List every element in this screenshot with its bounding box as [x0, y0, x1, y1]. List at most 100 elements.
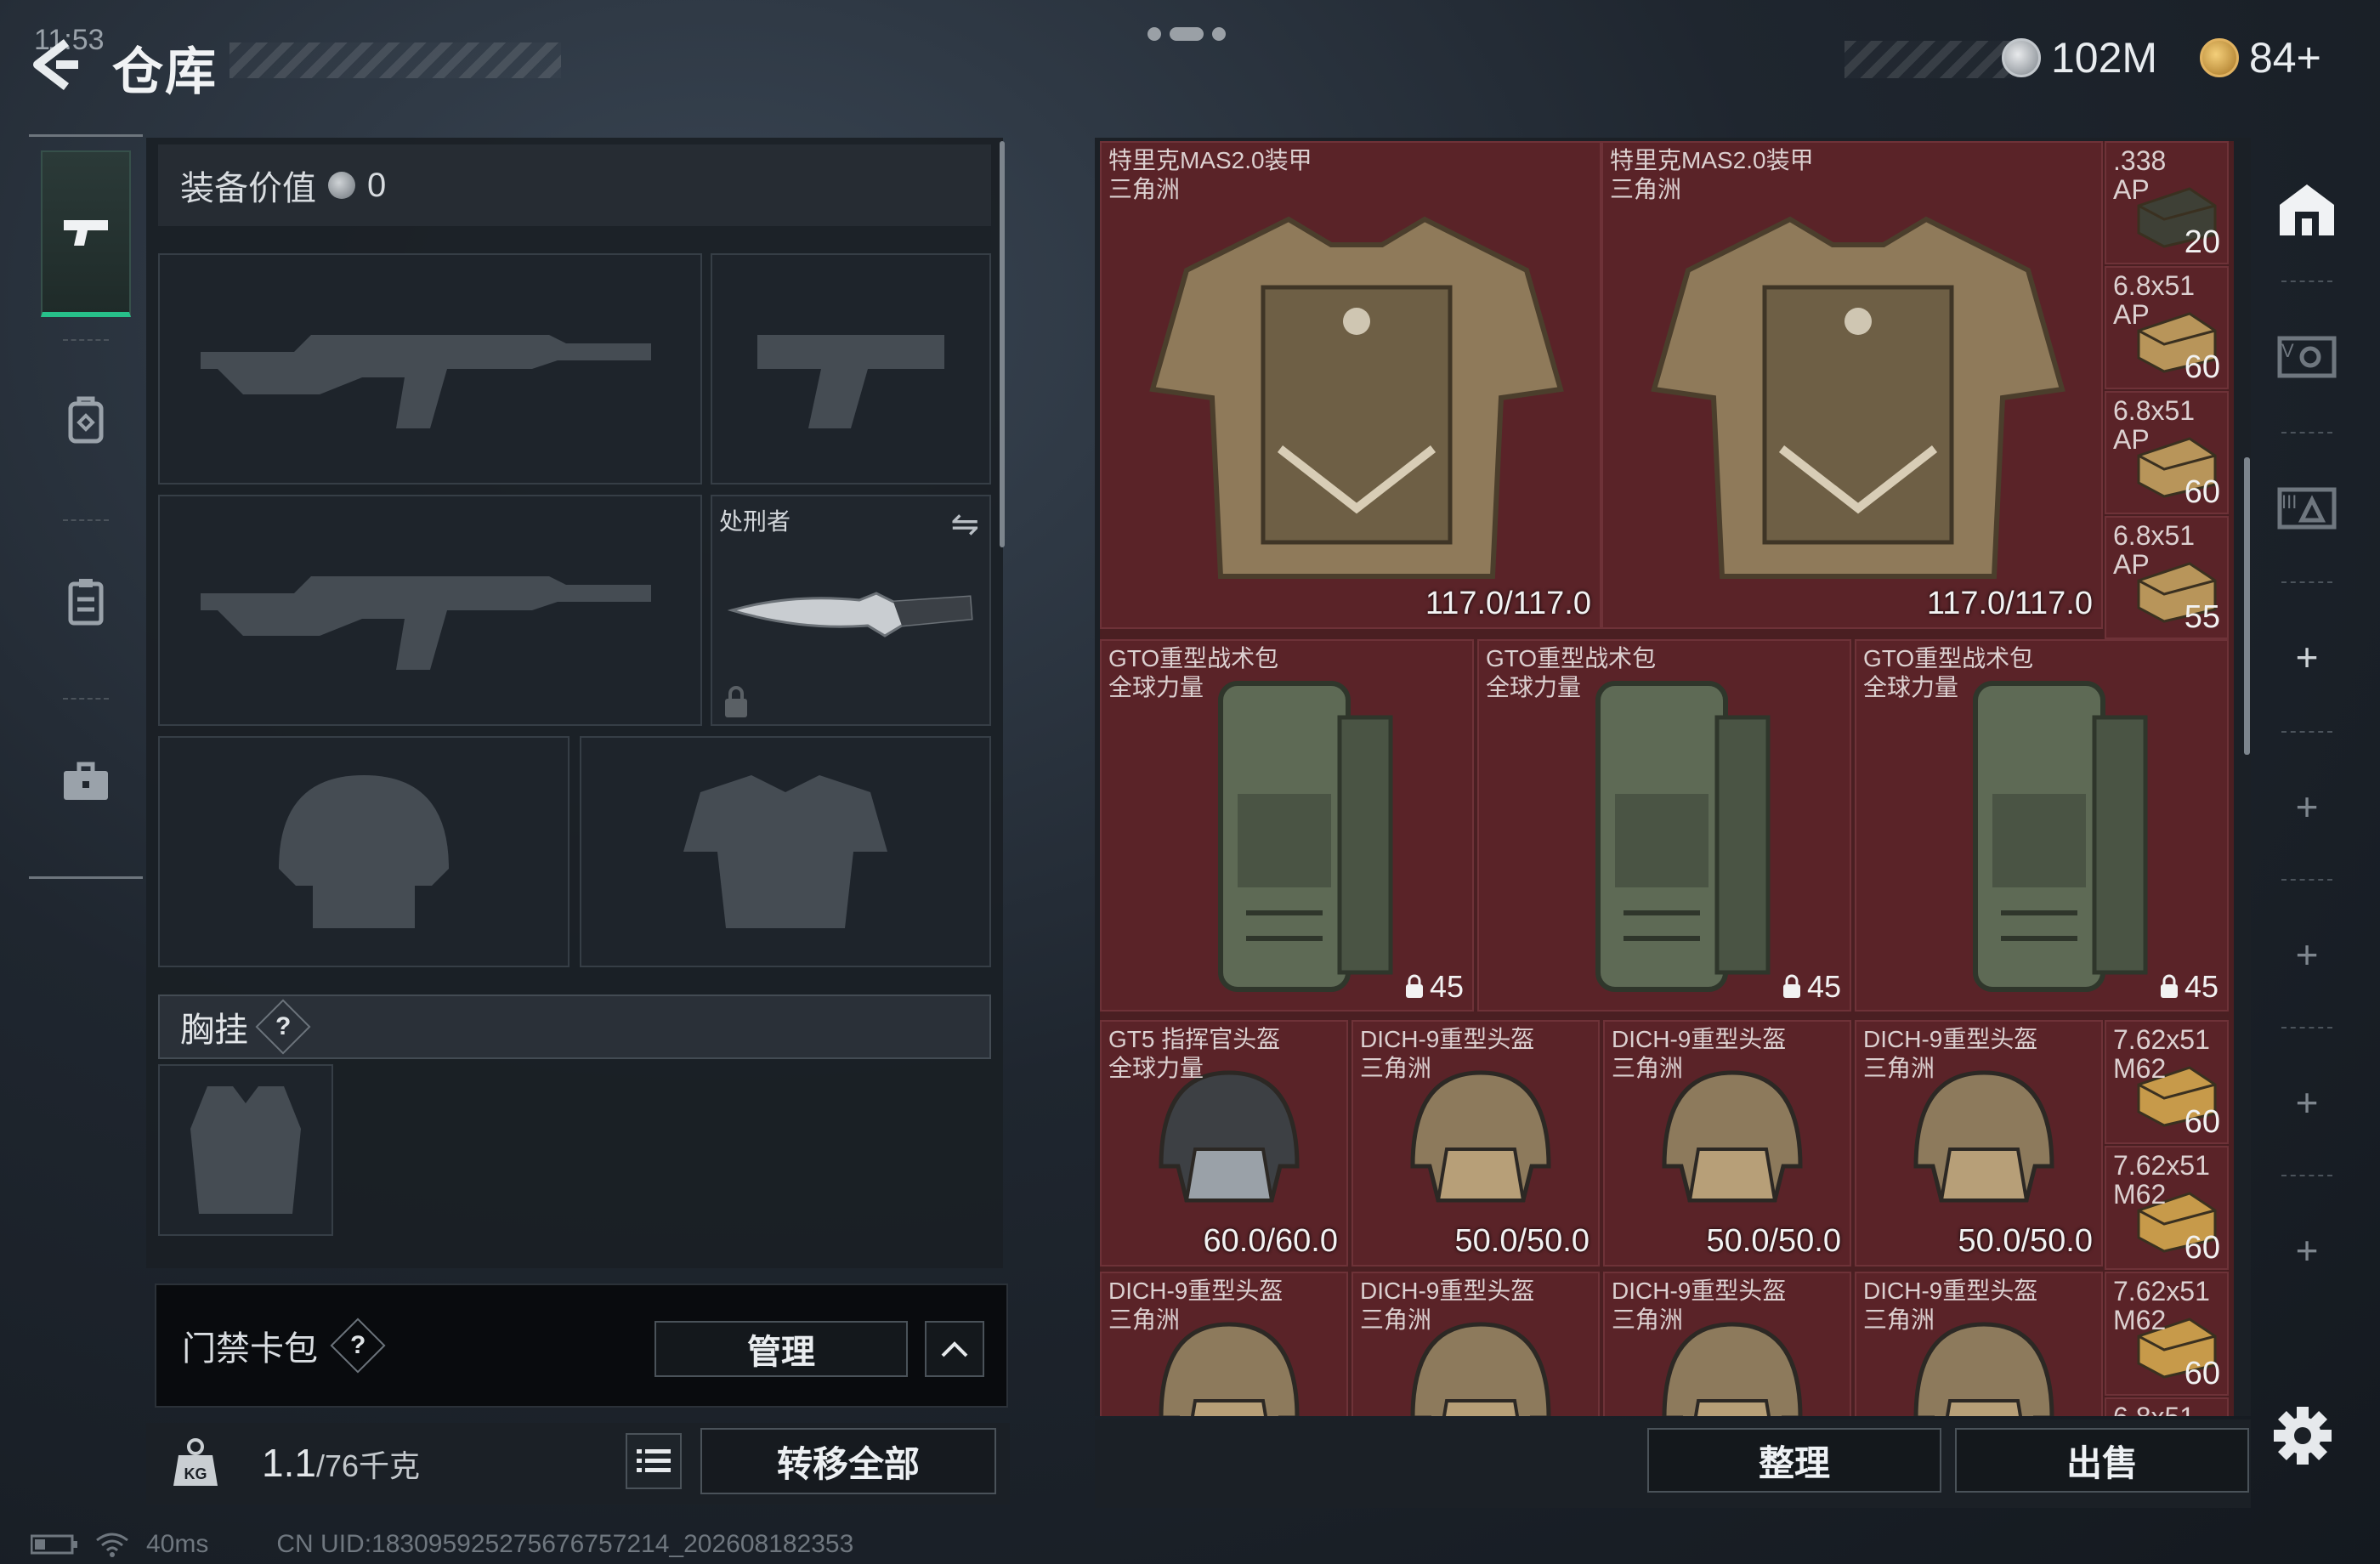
- helmet-slot[interactable]: [158, 736, 570, 967]
- stash-item-helmet[interactable]: DICH-9重型头盔 三角洲: [1100, 1272, 1348, 1416]
- collapse-button[interactable]: [925, 1321, 984, 1377]
- stash-item-helmet[interactable]: DICH-9重型头盔 三角洲: [1855, 1272, 2103, 1416]
- weight-readout: 1.1/76千克: [262, 1440, 420, 1486]
- item-name: 特里克MAS2.0装甲 三角洲: [1108, 147, 1312, 202]
- stash-item-helmet[interactable]: DICH-9重型头盔 三角洲 50.0/50.0: [1603, 1020, 1851, 1266]
- rail-add-slot-3[interactable]: +: [2261, 882, 2353, 1027]
- equipment-value: 装备价值 0: [158, 144, 991, 226]
- silver-amount: 102M: [2051, 34, 2158, 82]
- silver-coin-icon: [328, 172, 355, 199]
- item-durability: 50.0/50.0: [1706, 1223, 1841, 1259]
- rail-stash-5[interactable]: V: [2261, 284, 2353, 428]
- rail-add-slot-2[interactable]: +: [2261, 734, 2353, 879]
- armor-silhouette-icon: [683, 775, 887, 928]
- capacity-lock-icon: [1405, 974, 1423, 998]
- ping-readout: 40ms: [146, 1530, 209, 1558]
- stash-item-armor[interactable]: 特里克MAS2.0装甲 三角洲 117.0/117.0: [1100, 141, 1601, 629]
- stash-item-helmet[interactable]: DICH-9重型头盔 三角洲 50.0/50.0: [1855, 1020, 2103, 1266]
- rifle-silhouette-icon: [201, 335, 651, 428]
- item-capacity: 45: [2159, 969, 2218, 1005]
- melee-name: 处刑者: [719, 508, 791, 535]
- stash-item-ammo[interactable]: 6.8x51: [2105, 1397, 2229, 1416]
- item-name: 6.8x51 AP: [2113, 520, 2196, 580]
- secondary-weapon-slot[interactable]: [158, 495, 702, 726]
- gold-amount: 84+: [2249, 34, 2321, 82]
- silver-currency[interactable]: 102M: [2002, 32, 2157, 83]
- plus-icon: +: [2295, 1080, 2319, 1125]
- stash-item-ammo[interactable]: 7.62x51 M62 60: [2105, 1146, 2229, 1270]
- sell-button[interactable]: 出售: [1955, 1428, 2249, 1493]
- nav-backpack[interactable]: [41, 337, 131, 504]
- stash-item-ammo[interactable]: .338 AP 20: [2105, 141, 2229, 264]
- nav-weapons[interactable]: [41, 150, 131, 317]
- item-name: DICH-9重型头盔 三角洲: [1612, 1278, 1787, 1333]
- rail-add-slot-5[interactable]: +: [2261, 1178, 2353, 1323]
- stash-item-helmet[interactable]: DICH-9重型头盔 三角洲 50.0/50.0: [1352, 1020, 1600, 1266]
- stash-item-helmet[interactable]: GT5 指挥官头盔 全球力量 60.0/60.0: [1100, 1020, 1348, 1266]
- backpack-icon: [68, 396, 104, 444]
- stash-item-armor[interactable]: 特里克MAS2.0装甲 三角洲 117.0/117.0: [1601, 141, 2103, 629]
- equipment-value-label: 装备价值: [180, 170, 316, 207]
- help-icon[interactable]: ?: [330, 1318, 386, 1374]
- chest-rig-slot[interactable]: [158, 1064, 333, 1236]
- window-handle-dots[interactable]: [1148, 26, 1232, 42]
- stash-item-ammo[interactable]: 6.8x51 AP 60: [2105, 391, 2229, 514]
- stash-scrollbar[interactable]: [2244, 457, 2250, 755]
- sort-button[interactable]: 整理: [1647, 1428, 1941, 1493]
- sidearm-slot[interactable]: [711, 253, 991, 484]
- stash-item-helmet[interactable]: DICH-9重型头盔 三角洲: [1603, 1272, 1851, 1416]
- list-view-button[interactable]: [626, 1433, 682, 1489]
- capacity-lock-icon: [2160, 974, 2178, 998]
- item-name: GT5 指挥官头盔 全球力量: [1108, 1026, 1281, 1081]
- item-count: 60: [2184, 1356, 2220, 1391]
- stash-item-ammo[interactable]: 6.8x51 AP 55: [2105, 516, 2229, 639]
- rail-stash-3[interactable]: III: [2261, 435, 2353, 580]
- stash-item-helmet[interactable]: DICH-9重型头盔 三角洲: [1352, 1272, 1600, 1416]
- stash-item-backpack[interactable]: GTO重型战术包 全球力量 45: [1100, 639, 1474, 1012]
- helmet-silhouette-icon: [279, 775, 449, 928]
- chevron-up-icon: [941, 1341, 968, 1357]
- help-icon[interactable]: ?: [255, 999, 311, 1055]
- primary-weapon-slot[interactable]: [158, 253, 702, 484]
- rail-add-slot-4[interactable]: +: [2261, 1030, 2353, 1175]
- svg-text:III: III: [2281, 491, 2297, 513]
- loadout-scrollbar[interactable]: [1000, 141, 1005, 547]
- stash-item-ammo[interactable]: 7.62x51 M62 60: [2105, 1020, 2229, 1144]
- back-icon[interactable]: [26, 34, 85, 94]
- nav-toolbox[interactable]: [41, 698, 131, 864]
- plus-icon: +: [2295, 635, 2319, 679]
- item-count: 60: [2184, 349, 2220, 385]
- weight-max: /76千克: [315, 1448, 420, 1483]
- item-name: 6.8x51 AP: [2113, 395, 2196, 455]
- clipboard-icon: [68, 579, 104, 626]
- weight-current: 1.1: [262, 1441, 316, 1485]
- capacity-lock-icon: [1782, 974, 1800, 998]
- gold-coin-icon: [2200, 38, 2239, 77]
- stash-item-backpack[interactable]: GTO重型战术包 全球力量 45: [1477, 639, 1851, 1012]
- gold-currency[interactable]: 84+: [2200, 32, 2321, 83]
- item-name: 6.8x51: [2113, 1402, 2195, 1416]
- melee-slot[interactable]: 处刑者 ⇋: [711, 495, 991, 726]
- chest-rig-silhouette-icon: [190, 1086, 301, 1214]
- rail-add-slot-1[interactable]: +: [2261, 585, 2353, 729]
- rail-home-stash[interactable]: [2261, 138, 2353, 282]
- stash-item-ammo[interactable]: 6.8x51 AP 60: [2105, 266, 2229, 389]
- item-durability: 117.0/117.0: [1926, 586, 2093, 621]
- backpack-icon: [1595, 681, 1771, 992]
- armor-icon: [1651, 216, 2066, 579]
- transfer-all-button[interactable]: 转移全部: [700, 1428, 996, 1494]
- nav-inventory[interactable]: [41, 518, 131, 684]
- manage-button[interactable]: 管理: [654, 1321, 908, 1377]
- currency-hatch-decoration: [1844, 41, 2014, 78]
- stash-item-backpack[interactable]: GTO重型战术包 全球力量 45: [1855, 639, 2229, 1012]
- item-name: 7.62x51 M62: [2113, 1276, 2210, 1335]
- lock-icon: [725, 686, 747, 717]
- equipment-value-amount: 0: [367, 166, 387, 204]
- body-armor-slot[interactable]: [580, 736, 991, 967]
- swap-icon[interactable]: ⇋: [950, 505, 979, 544]
- stash-item-ammo[interactable]: 7.62x51 M62 60: [2105, 1272, 2229, 1396]
- gear-icon[interactable]: [2271, 1404, 2334, 1467]
- battery-icon: [31, 1534, 77, 1555]
- capacity-value: 45: [1806, 969, 1841, 1004]
- category-nav: [29, 134, 143, 879]
